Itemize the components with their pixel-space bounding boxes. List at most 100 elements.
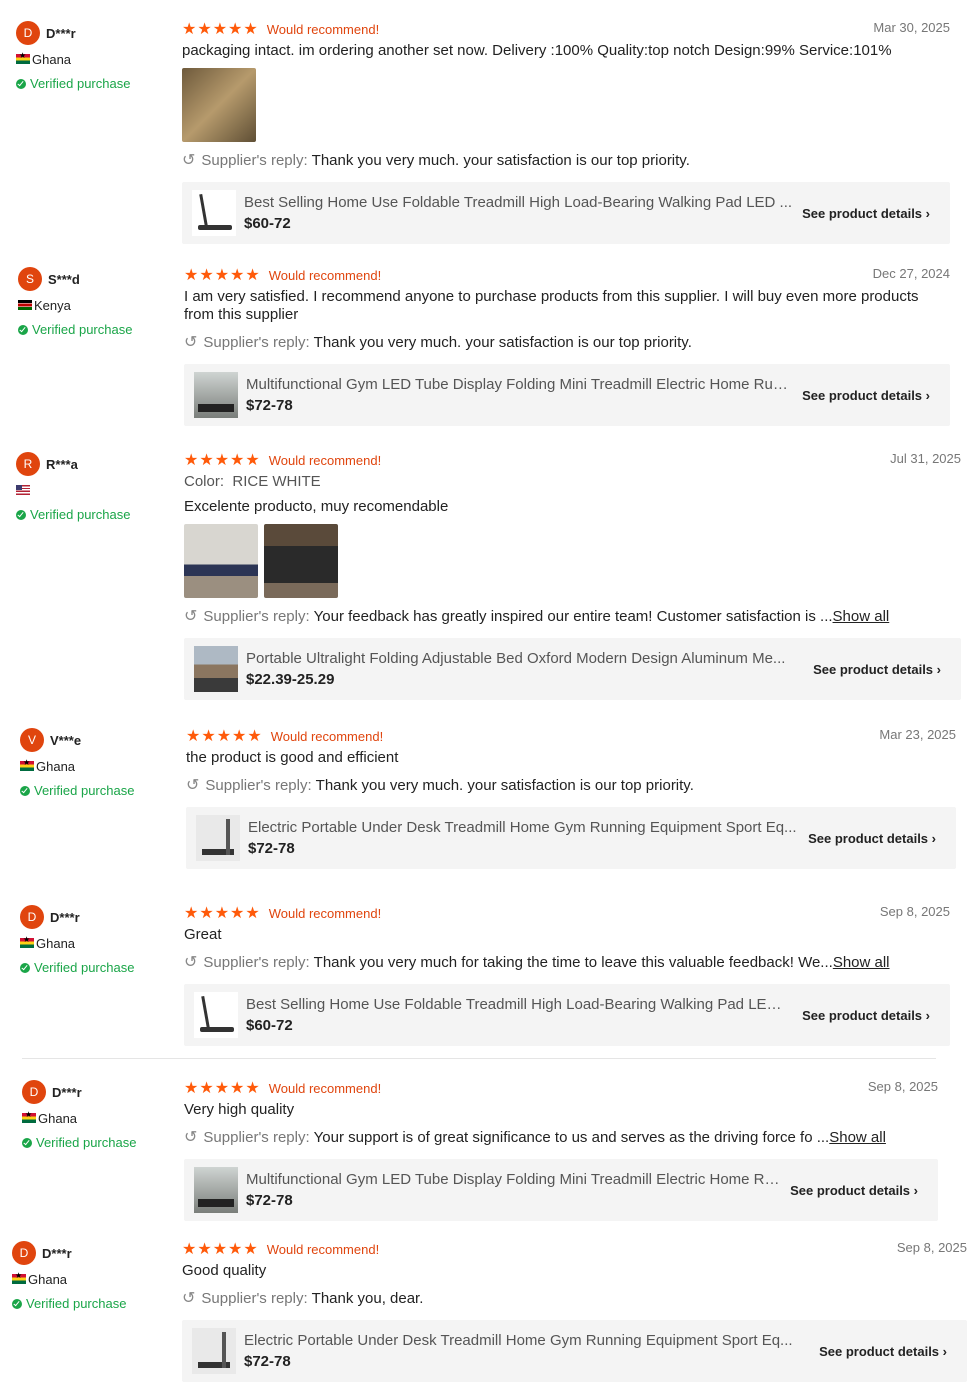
- reply-icon: ↺: [182, 1290, 196, 1307]
- recommend-label: Would recommend!: [268, 267, 382, 283]
- product-card[interactable]: Multifunctional Gym LED Tube Display Fol…: [184, 364, 950, 426]
- review-photo[interactable]: [264, 524, 338, 598]
- review-date: Sep 8, 2025: [867, 1079, 938, 1094]
- ghana-flag-icon: [12, 1271, 26, 1284]
- star-rating-icon: ★★★★★: [184, 452, 261, 469]
- star-rating-icon: ★★★★★: [184, 267, 261, 284]
- reply-label: Supplier's reply:: [203, 607, 310, 625]
- reviewer-name: D***r: [46, 25, 76, 41]
- reviewer-name: R***a: [46, 456, 78, 472]
- reviewer-info: D D***r Ghana Verified purchase: [12, 1240, 162, 1311]
- review-photo[interactable]: [184, 524, 258, 598]
- verified-label: Verified purchase: [26, 1296, 127, 1311]
- chevron-right-icon: ›: [925, 205, 930, 221]
- review-text: Good quality: [182, 1262, 267, 1279]
- reply-label: Supplier's reply:: [201, 1289, 308, 1307]
- see-product-details-link[interactable]: See product details ›: [808, 831, 936, 846]
- product-title: Best Selling Home Use Foldable Treadmill…: [244, 194, 793, 211]
- ghana-flag-icon: [16, 51, 30, 64]
- supplier-reply: ↺ Supplier's reply: Thank you very much. y…: [184, 332, 950, 352]
- reviewer-name: D***r: [50, 909, 80, 925]
- ghana-flag-icon: [20, 758, 34, 771]
- review-text: I am very satisfied. I recommend anyone …: [184, 288, 919, 323]
- star-rating-icon: ★★★★★: [184, 1080, 261, 1097]
- show-all-link[interactable]: Show all: [833, 954, 890, 971]
- product-card[interactable]: Electric Portable Under Desk Treadmill H…: [182, 1320, 967, 1382]
- product-card[interactable]: Multifunctional Gym LED Tube Display Fol…: [184, 1159, 938, 1221]
- reply-icon: ↺: [184, 954, 198, 971]
- review-date: Sep 8, 2025: [879, 904, 950, 919]
- avatar: V: [20, 728, 44, 752]
- recommend-label: Would recommend!: [266, 1241, 380, 1257]
- reviewer-country: Ghana: [36, 935, 76, 951]
- avatar: D: [16, 21, 40, 45]
- see-product-details-link[interactable]: See product details ›: [819, 1344, 947, 1359]
- recommend-label: Would recommend!: [268, 1080, 382, 1096]
- kenya-flag-icon: [18, 300, 32, 310]
- reply-label: Supplier's reply:: [205, 776, 312, 794]
- product-price: $72-78: [246, 397, 293, 414]
- product-price: $60-72: [246, 1017, 293, 1034]
- reply-text: Your support is of great significance to…: [313, 1128, 830, 1146]
- review-date: Mar 23, 2025: [879, 727, 956, 742]
- recommend-label: Would recommend!: [270, 728, 384, 744]
- reviewer-info: V V***e Ghana Verified purchase: [20, 727, 170, 798]
- see-product-details-link[interactable]: See product details ›: [790, 1183, 918, 1198]
- see-product-details-link[interactable]: See product details ›: [802, 206, 930, 221]
- product-card[interactable]: Best Selling Home Use Foldable Treadmill…: [182, 182, 950, 244]
- review-text: the product is good and efficient: [186, 749, 399, 766]
- show-all-link[interactable]: Show all: [829, 1129, 886, 1146]
- review-text: packaging intact. im ordering another se…: [182, 42, 892, 59]
- avatar: D: [20, 905, 44, 929]
- reviewer-country: Ghana: [38, 1110, 78, 1126]
- verified-check-icon: [20, 962, 30, 973]
- review-photo[interactable]: [182, 68, 256, 142]
- product-price: $72-78: [244, 1353, 291, 1370]
- product-thumbnail: [194, 646, 238, 692]
- avatar: D: [22, 1080, 46, 1104]
- product-thumbnail: [192, 1328, 236, 1374]
- review-body: ★★★★★ Would recommend! Dec 27, 2024 I am …: [184, 266, 950, 426]
- product-card[interactable]: Portable Ultralight Folding Adjustable B…: [184, 638, 961, 700]
- verified-check-icon: [22, 1137, 32, 1148]
- reply-label: Supplier's reply:: [201, 151, 308, 169]
- review-date: Mar 30, 2025: [873, 20, 950, 35]
- product-card[interactable]: Best Selling Home Use Foldable Treadmill…: [184, 984, 950, 1046]
- reply-label: Supplier's reply:: [203, 1128, 310, 1146]
- see-product-details-link[interactable]: See product details ›: [813, 662, 941, 677]
- reply-icon: ↺: [186, 777, 200, 794]
- see-product-details-link[interactable]: See product details ›: [802, 388, 930, 403]
- color-variant: Color: RICE WHITE: [184, 473, 321, 490]
- product-price: $60-72: [244, 215, 291, 232]
- review-body: ★★★★★ Would recommend! Mar 23, 2025 the p…: [186, 727, 956, 869]
- supplier-reply: ↺ Supplier's reply: Your support is of gre…: [184, 1127, 938, 1147]
- avatar: R: [16, 452, 40, 476]
- reply-label: Supplier's reply:: [203, 953, 310, 971]
- product-price: $72-78: [246, 1192, 293, 1209]
- product-thumbnail: [194, 1167, 238, 1213]
- reviewer-name: D***r: [52, 1084, 82, 1100]
- chevron-right-icon: ›: [931, 830, 936, 846]
- product-thumbnail: [196, 815, 240, 861]
- us-flag-icon: [16, 485, 30, 495]
- see-product-details-link[interactable]: See product details ›: [802, 1008, 930, 1023]
- verified-label: Verified purchase: [32, 322, 133, 337]
- verified-label: Verified purchase: [34, 783, 135, 798]
- reviewer-country: Ghana: [32, 51, 72, 67]
- divider: [22, 1058, 936, 1059]
- reviewer-name: V***e: [50, 732, 82, 748]
- recommend-label: Would recommend!: [266, 21, 380, 37]
- reply-text: Thank you very much. your satisfaction i…: [313, 333, 692, 351]
- reviewer-info: R R***a Verified purchase: [16, 451, 166, 522]
- reply-icon: ↺: [182, 152, 196, 169]
- supplier-reply: ↺ Supplier's reply: Your feedback has grea…: [184, 606, 961, 626]
- product-title: Best Selling Home Use Foldable Treadmill…: [246, 996, 793, 1013]
- product-card[interactable]: Electric Portable Under Desk Treadmill H…: [186, 807, 956, 869]
- product-title: Multifunctional Gym LED Tube Display Fol…: [246, 376, 793, 393]
- reply-icon: ↺: [184, 1129, 198, 1146]
- show-all-link[interactable]: Show all: [833, 608, 890, 625]
- avatar: D: [12, 1241, 36, 1265]
- verified-label: Verified purchase: [30, 507, 131, 522]
- avatar: S: [18, 267, 42, 291]
- review-body: ★★★★★ Would recommend! Jul 31, 2025 Color…: [184, 451, 961, 700]
